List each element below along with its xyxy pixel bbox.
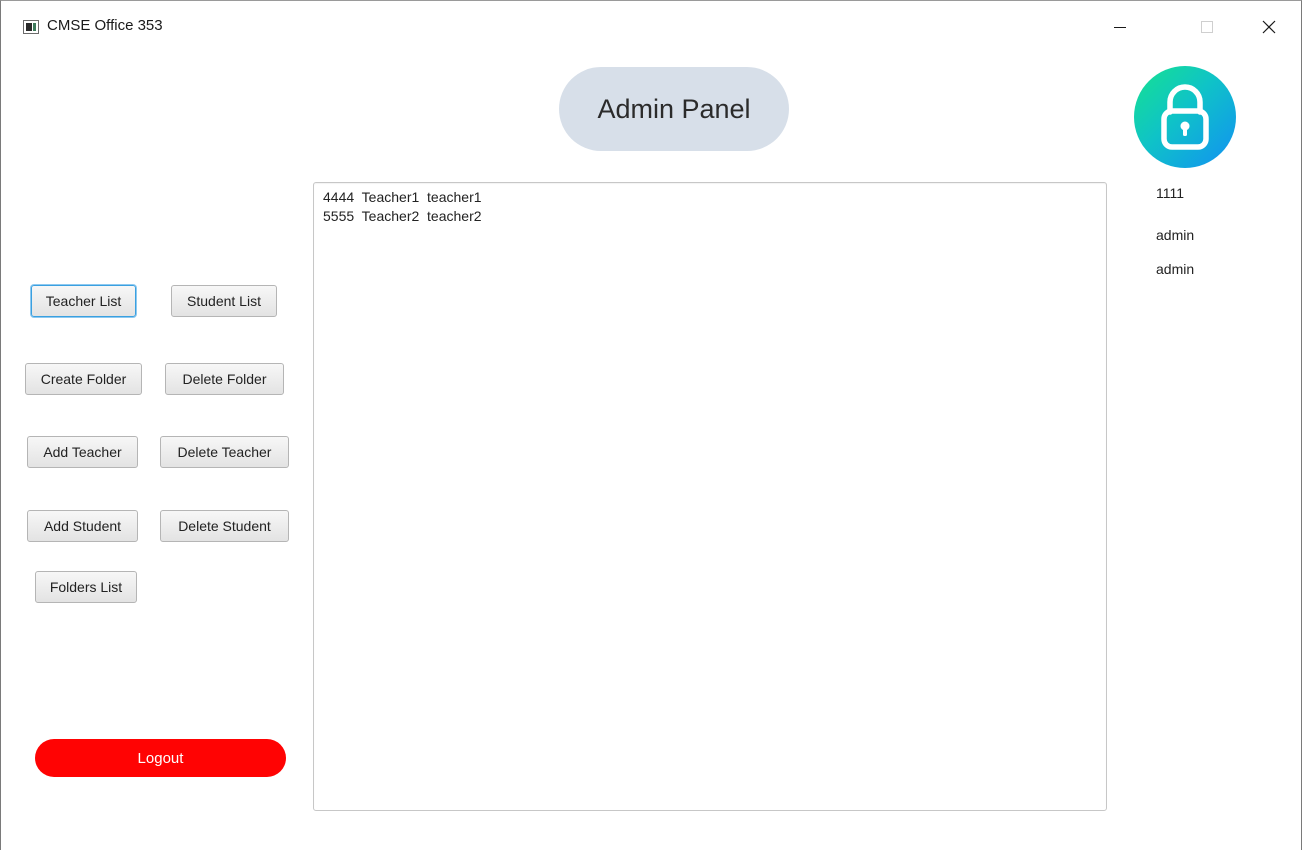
delete-folder-button[interactable]: Delete Folder xyxy=(165,363,284,395)
title-bar: CMSE Office 353 xyxy=(1,1,1301,53)
output-text-area[interactable]: 4444 Teacher1 teacher1 5555 Teacher2 tea… xyxy=(313,182,1107,811)
list-item: 5555 Teacher2 teacher2 xyxy=(323,208,482,224)
app-icon xyxy=(23,20,39,34)
lock-badge xyxy=(1134,66,1236,168)
maximize-button[interactable] xyxy=(1187,13,1227,41)
delete-student-button[interactable]: Delete Student xyxy=(160,510,289,542)
folders-list-button[interactable]: Folders List xyxy=(35,571,137,603)
add-student-button[interactable]: Add Student xyxy=(27,510,138,542)
add-teacher-button[interactable]: Add Teacher xyxy=(27,436,138,468)
delete-teacher-button[interactable]: Delete Teacher xyxy=(160,436,289,468)
logout-button[interactable]: Logout xyxy=(35,739,286,777)
page-title: Admin Panel xyxy=(559,67,789,151)
minimize-icon xyxy=(1114,26,1126,28)
teacher-list-button[interactable]: Teacher List xyxy=(31,285,136,317)
create-folder-button[interactable]: Create Folder xyxy=(25,363,142,395)
lock-icon xyxy=(1161,84,1209,150)
close-button[interactable] xyxy=(1249,13,1289,41)
close-icon xyxy=(1262,20,1276,34)
window-title: CMSE Office 353 xyxy=(47,17,163,34)
username-label: admin xyxy=(1156,227,1195,243)
maximize-icon xyxy=(1201,21,1213,33)
student-list-button[interactable]: Student List xyxy=(171,285,277,317)
user-role-label: admin xyxy=(1156,261,1195,277)
user-id-label: 1111 xyxy=(1156,185,1185,201)
minimize-button[interactable] xyxy=(1100,13,1140,41)
list-item: 4444 Teacher1 teacher1 xyxy=(323,189,482,205)
app-window: CMSE Office 353 Admin Panel 1111 admin a… xyxy=(0,0,1302,850)
